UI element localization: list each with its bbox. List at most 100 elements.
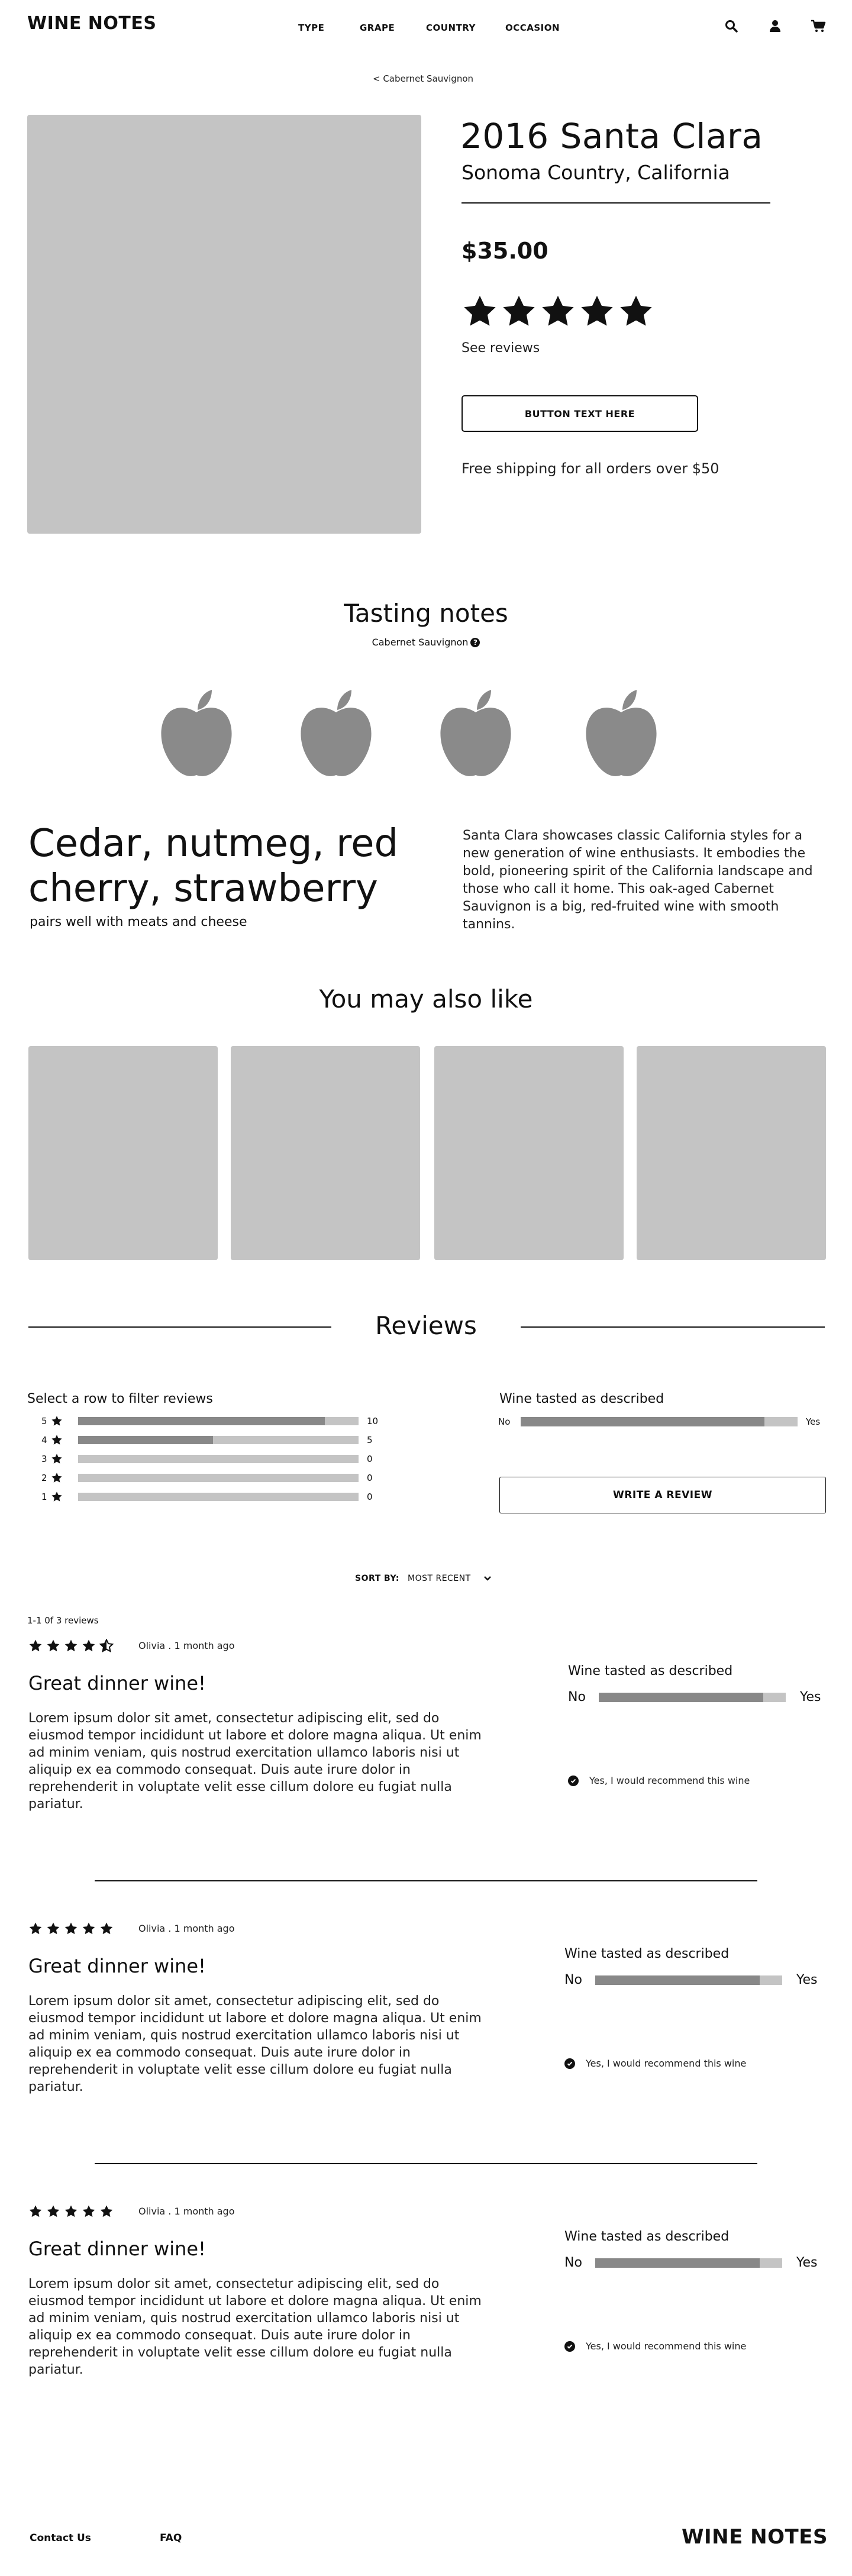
described-scale: No Yes <box>498 1416 820 1427</box>
star-icon <box>47 1639 60 1652</box>
star-icon <box>100 2205 113 2217</box>
review-divider <box>95 2163 757 2164</box>
footer-logo[interactable]: WINE NOTES <box>682 2525 828 2549</box>
reviews-rule-right <box>521 1326 825 1328</box>
nav-occasion[interactable]: OCCASION <box>505 22 560 33</box>
product-image <box>27 115 421 534</box>
chevron-down-icon <box>483 1576 491 1581</box>
recommended-card[interactable] <box>434 1046 624 1260</box>
cart-icon[interactable] <box>811 19 826 33</box>
search-icon[interactable] <box>724 19 738 33</box>
scale-no-label: No <box>564 2255 582 2270</box>
grape-label: Cabernet Sauvignon <box>372 637 469 648</box>
wine-description: Santa Clara showcases classic California… <box>463 828 813 932</box>
review-described-title: Wine tasted as described <box>564 2229 730 2244</box>
faq-link[interactable]: FAQ <box>160 2532 182 2544</box>
scale-no-label: No <box>564 1973 582 1987</box>
review-title: Great dinner wine! <box>28 1955 206 1977</box>
rating-row-count: 0 <box>367 1454 373 1464</box>
rating-filter-row[interactable]: 30 <box>41 1452 373 1466</box>
recommend-text: Yes, I would recommend this wine <box>586 2058 747 2069</box>
breadcrumb[interactable]: < Cabernet Sauvignon <box>373 73 473 84</box>
check-icon <box>564 2341 575 2352</box>
contact-link[interactable]: Contact Us <box>30 2532 91 2544</box>
rating-row-label: 2 <box>41 1473 47 1483</box>
review-described-bar-fill <box>595 1975 760 1985</box>
apple-icon <box>580 687 663 782</box>
review-described-bar-fill <box>599 1692 764 1702</box>
review-count: 1-1 0f 3 reviews <box>27 1615 99 1626</box>
described-title: Wine tasted as described <box>499 1392 664 1406</box>
rating-row-bar-fill <box>78 1436 213 1444</box>
help-icon[interactable]: ? <box>470 638 480 647</box>
primary-button[interactable]: BUTTON TEXT HERE <box>462 395 698 432</box>
also-like-title: You may also like <box>319 984 533 1013</box>
flavor-notes: Cedar, nutmeg, red cherry, strawberry <box>28 822 399 911</box>
review-body: Lorem ipsum dolor sit amet, consectetur … <box>28 2277 482 2377</box>
rating-filter-row[interactable]: 20 <box>41 1471 373 1485</box>
rating-row-label: 4 <box>41 1435 47 1445</box>
star-icon <box>51 1492 62 1502</box>
star-icon <box>82 1922 95 1935</box>
scale-yes-label: Yes <box>796 2255 818 2270</box>
sort-value: MOST RECENT <box>407 1574 471 1583</box>
rating-filter-row[interactable]: 5 10 <box>41 1414 378 1428</box>
rating-row-bar <box>78 1417 359 1425</box>
star-icon <box>64 2205 78 2217</box>
sort-label: SORT BY: <box>355 1574 399 1583</box>
recommend-text: Yes, I would recommend this wine <box>589 1775 750 1786</box>
star-icon <box>503 295 535 326</box>
check-icon <box>564 2058 575 2069</box>
review-described-bar <box>595 2258 782 2268</box>
rating-row-bar <box>78 1455 359 1463</box>
user-icon[interactable] <box>768 19 782 33</box>
star-icon <box>100 1922 113 1935</box>
rating-row-bar <box>78 1474 359 1482</box>
star-icon <box>29 2205 42 2217</box>
sort-select[interactable]: MOST RECENT <box>408 1574 491 1583</box>
star-icon <box>542 295 574 326</box>
tasting-notes-title: Tasting notes <box>344 599 508 628</box>
review-described-bar-fill <box>595 2258 760 2268</box>
recommend-note: Yes, I would recommend this wine <box>568 1775 750 1786</box>
star-icon <box>82 2205 95 2217</box>
star-icon <box>51 1416 62 1426</box>
review-described-scale: No Yes <box>568 1690 821 1705</box>
nav-grape[interactable]: GRAPE <box>360 22 395 33</box>
review-described-bar <box>595 1975 782 1985</box>
recommend-text: Yes, I would recommend this wine <box>586 2341 747 2352</box>
star-icon <box>51 1435 62 1445</box>
rating-row-count: 10 <box>367 1416 379 1426</box>
review-meta: Olivia . 1 month ago <box>138 1640 235 1651</box>
review-meta: Olivia . 1 month ago <box>138 2206 235 2217</box>
described-bar <box>521 1417 798 1426</box>
recommend-note: Yes, I would recommend this wine <box>564 2341 746 2352</box>
review-rating-stars <box>28 1922 114 1936</box>
review-title: Great dinner wine! <box>28 1672 206 1694</box>
recommend-note: Yes, I would recommend this wine <box>564 2058 746 2069</box>
scale-yes-label: Yes <box>800 1690 821 1705</box>
star-half-icon <box>99 1639 114 1652</box>
see-reviews-link[interactable]: See reviews <box>462 341 540 356</box>
nav-country[interactable]: COUNTRY <box>426 22 476 33</box>
rating-filter-row[interactable]: 10 <box>41 1490 373 1504</box>
star-icon <box>29 1922 42 1935</box>
star-icon <box>82 1639 95 1652</box>
write-review-button[interactable]: WRITE A REVIEW <box>499 1477 826 1513</box>
rating-row-bar <box>78 1493 359 1501</box>
logo[interactable]: WINE NOTES <box>27 13 156 34</box>
product-rating-stars <box>462 293 654 330</box>
recommended-card[interactable] <box>231 1046 420 1260</box>
apple-icon <box>295 687 377 782</box>
nav-type[interactable]: TYPE <box>298 22 324 33</box>
scale-yes-label: Yes <box>796 1973 818 1987</box>
title-divider <box>462 202 770 204</box>
star-icon <box>47 1922 60 1935</box>
star-icon <box>464 295 496 326</box>
described-bar-fill <box>521 1417 764 1426</box>
recommended-card[interactable] <box>28 1046 218 1260</box>
rating-filter-row[interactable]: 45 <box>41 1433 373 1447</box>
star-icon <box>47 2205 60 2217</box>
shipping-note: Free shipping for all orders over $50 <box>462 460 719 477</box>
recommended-card[interactable] <box>637 1046 826 1260</box>
